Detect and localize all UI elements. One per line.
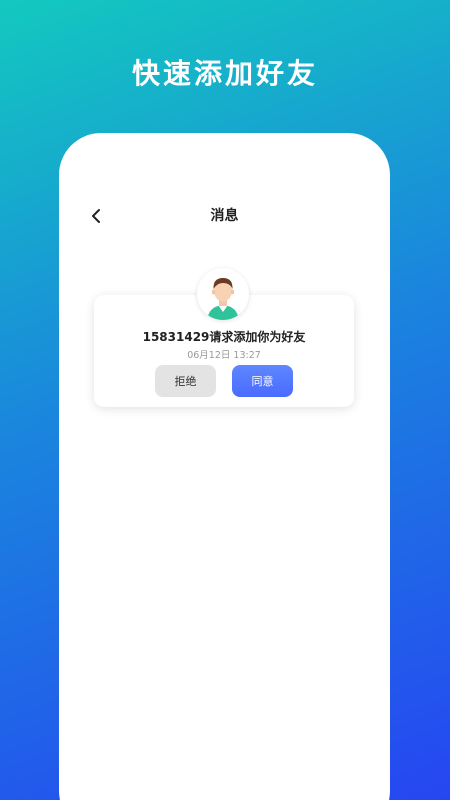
promo-title: 快速添加好友 [131, 57, 318, 90]
reject-button[interactable]: 拒绝 [155, 365, 216, 397]
phone-frame: 消息 15831429请求添加你为好友 06月12日 13:27 拒绝 同意 [59, 133, 390, 800]
user-avatar-icon [207, 278, 239, 320]
friend-request-timestamp: 06月12日 13:27 [187, 350, 261, 361]
friend-request-message: 15831429请求添加你为好友 [142, 330, 306, 344]
avatar [197, 268, 249, 320]
accept-button[interactable]: 同意 [232, 365, 293, 397]
page-title: 消息 [210, 208, 239, 224]
